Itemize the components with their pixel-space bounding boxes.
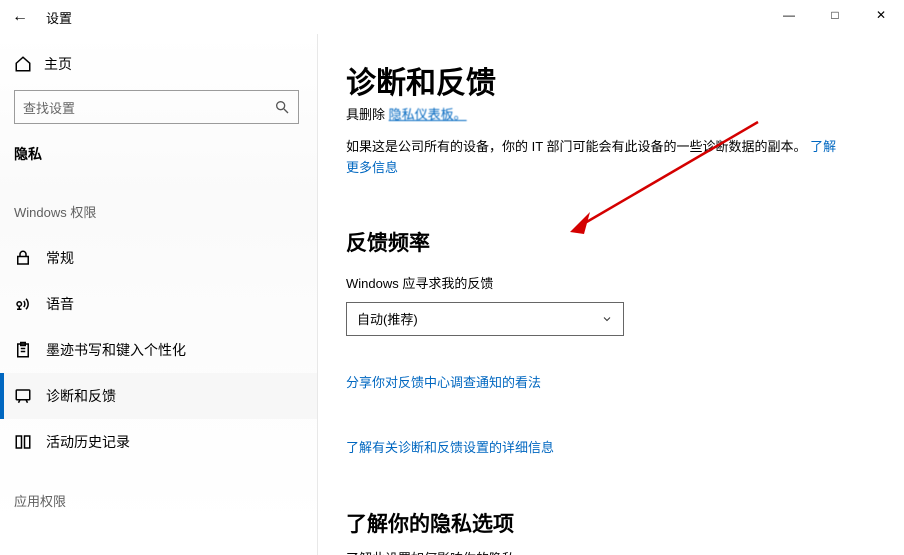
sidebar-item-label: 语音 — [46, 294, 74, 314]
privacy-paragraph: 了解此设置如何影响你的隐私。 — [346, 548, 904, 555]
category-title: 隐私 — [14, 144, 317, 164]
maximize-icon: □ — [831, 8, 838, 22]
feedback-frequency-dropdown[interactable]: 自动(推荐) — [346, 302, 624, 336]
speech-icon — [14, 295, 32, 313]
company-device-paragraph: 如果这是公司所有的设备，你的 IT 部门可能会有此设备的一些诊断数据的副本。 了… — [346, 137, 846, 179]
page-title: 诊断和反馈 — [346, 58, 904, 102]
share-feedback-link[interactable]: 分享你对反馈中心调查通知的看法 — [346, 372, 904, 391]
sidebar-item-activity[interactable]: 活动历史记录 — [0, 419, 317, 465]
sidebar-item-general[interactable]: 常规 — [0, 235, 317, 281]
app-permissions-label: 应用权限 — [14, 491, 317, 510]
history-icon — [14, 433, 32, 451]
chevron-down-icon — [601, 313, 613, 325]
sidebar-item-label: 诊断和反馈 — [46, 386, 116, 406]
feedback-icon — [14, 387, 32, 405]
home-label: 主页 — [44, 54, 72, 74]
dashboard-link[interactable]: 隐私仪表板。 — [389, 107, 467, 122]
sidebar-item-label: 墨迹书写和键入个性化 — [46, 340, 186, 360]
back-button[interactable]: ← — [0, 8, 40, 26]
sidebar-item-label: 常规 — [46, 248, 74, 268]
cut-off-text: 具删除 隐私仪表板。 — [346, 104, 904, 123]
feedback-frequency-heading: 反馈频率 — [346, 227, 904, 257]
search-placeholder: 查找设置 — [23, 98, 75, 117]
clipboard-icon — [14, 341, 32, 359]
search-icon — [274, 99, 290, 115]
feedback-frequency-label: Windows 应寻求我的反馈 — [346, 273, 904, 292]
close-icon: ✕ — [876, 8, 886, 22]
content-area: 诊断和反馈 具删除 隐私仪表板。 如果这是公司所有的设备，你的 IT 部门可能会… — [318, 34, 904, 555]
back-arrow-icon: ← — [12, 8, 28, 25]
sidebar: 主页 查找设置 隐私 Windows 权限 常规 语音 墨迹书写和键入个性化 诊… — [0, 34, 318, 555]
lock-icon — [14, 249, 32, 267]
search-input[interactable]: 查找设置 — [14, 90, 299, 124]
window-title: 设置 — [46, 8, 72, 27]
group-label: Windows 权限 — [14, 202, 317, 221]
maximize-button[interactable]: □ — [812, 0, 858, 30]
sidebar-item-speech[interactable]: 语音 — [0, 281, 317, 327]
close-button[interactable]: ✕ — [858, 0, 904, 30]
diagnostics-details-link[interactable]: 了解有关诊断和反馈设置的详细信息 — [346, 437, 904, 456]
privacy-options-heading: 了解你的隐私选项 — [346, 508, 904, 538]
home-icon — [14, 55, 32, 73]
minimize-icon: — — [783, 8, 795, 22]
minimize-button[interactable]: — — [766, 0, 812, 30]
sidebar-item-inking[interactable]: 墨迹书写和键入个性化 — [0, 327, 317, 373]
sidebar-item-diagnostics[interactable]: 诊断和反馈 — [0, 373, 317, 419]
home-button[interactable]: 主页 — [14, 44, 317, 84]
sidebar-item-label: 活动历史记录 — [46, 432, 130, 452]
dropdown-value: 自动(推荐) — [357, 309, 418, 328]
